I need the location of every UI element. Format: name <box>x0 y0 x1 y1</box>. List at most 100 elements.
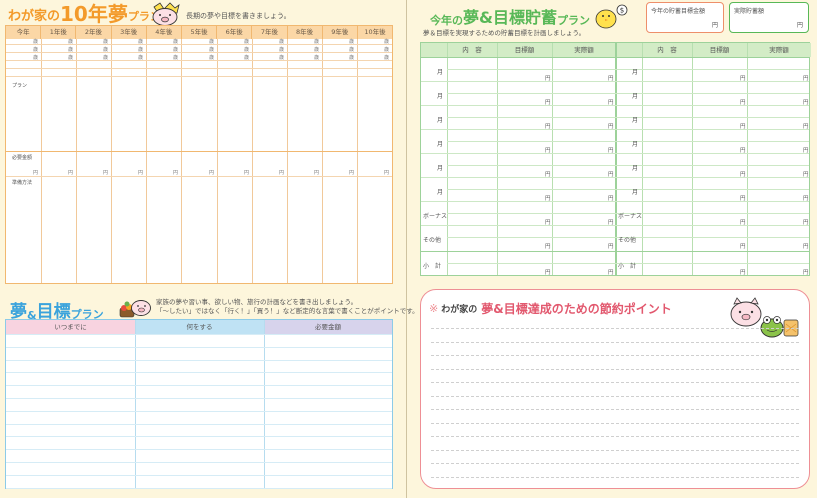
writing-line[interactable] <box>431 477 799 478</box>
grid-line <box>447 93 809 94</box>
table-row[interactable] <box>6 488 392 489</box>
grid-line <box>6 176 392 177</box>
age-unit-label: 歳 <box>349 39 355 45</box>
writing-line[interactable] <box>431 436 799 437</box>
grid-line <box>692 43 693 275</box>
writing-line[interactable] <box>431 450 799 451</box>
age-unit-label: 歳 <box>33 55 39 61</box>
saving-points-box: ※ わが家の 夢&目標達成のための節約ポイント <box>420 289 810 489</box>
yen-unit-label: 円 <box>349 170 355 176</box>
age-unit-label: 歳 <box>68 39 74 45</box>
age-unit-label: 歳 <box>68 47 74 53</box>
yen-unit-label: 円 <box>68 170 74 176</box>
table-row[interactable] <box>6 385 392 386</box>
grid-line <box>447 43 448 275</box>
month-label: 月 <box>632 117 639 124</box>
dream-goal-table: いつまでに 何をする 必要金額 <box>5 319 393 489</box>
table-row[interactable] <box>6 449 392 450</box>
savings-column-header: 実際額 <box>574 46 594 54</box>
writing-line[interactable] <box>431 423 799 424</box>
age-unit-label: 歳 <box>138 55 144 61</box>
month-label: 月 <box>437 141 444 148</box>
age-unit-label: 歳 <box>138 47 144 53</box>
table-row[interactable] <box>6 347 392 348</box>
savings-plan-title: 今年の 夢&目標貯蓄 プラン <box>430 8 590 27</box>
age-unit-label: 歳 <box>384 55 390 61</box>
column-what: 何をする <box>135 320 264 334</box>
yen-unit-label: 円 <box>314 170 320 176</box>
required-amount-row-label: 必要金額 <box>12 155 33 161</box>
grid-line <box>6 60 392 61</box>
age-unit-label: 歳 <box>173 47 179 53</box>
writing-line[interactable] <box>431 463 799 464</box>
table-row[interactable] <box>6 436 392 437</box>
grid-line <box>6 44 392 45</box>
age-unit-label: 歳 <box>209 55 215 61</box>
subtotal-label: 小 計 <box>423 263 442 270</box>
grid-line <box>6 76 392 77</box>
yen-unit-label: 円 <box>33 170 39 176</box>
savings-row[interactable] <box>421 105 809 106</box>
table-row[interactable] <box>6 360 392 361</box>
month-label: 月 <box>437 165 444 172</box>
age-unit-label: 歳 <box>314 39 320 45</box>
bonus-label: ボーナス <box>423 213 448 220</box>
writing-line[interactable] <box>431 355 799 356</box>
table-row[interactable] <box>6 372 392 373</box>
table-row[interactable] <box>6 424 392 425</box>
savings-column-header: 実際額 <box>769 46 789 54</box>
month-label: 月 <box>632 141 639 148</box>
savings-row[interactable] <box>421 129 809 130</box>
saving-points-title: ※ わが家の 夢&目標達成のための節約ポイント <box>429 302 672 316</box>
writing-line[interactable] <box>431 409 799 410</box>
month-label: 月 <box>437 93 444 100</box>
table-row[interactable] <box>6 398 392 399</box>
table-row[interactable] <box>6 475 392 476</box>
actual-savings-amount-box[interactable]: 実際貯蓄額 円 <box>729 2 809 33</box>
table-row[interactable] <box>6 462 392 463</box>
grid-line <box>615 43 617 275</box>
yearly-target-amount-box[interactable]: 今年の貯蓄目標金額 円 <box>646 2 724 33</box>
yen-unit-label: 円 <box>740 270 746 276</box>
age-unit-label: 歳 <box>384 39 390 45</box>
grid-line <box>6 68 392 69</box>
month-label: 月 <box>437 189 444 196</box>
savings-row[interactable] <box>421 225 809 226</box>
savings-column-header: 内 容 <box>462 46 482 54</box>
yen-unit-label: 円 <box>608 244 614 250</box>
grid-line <box>6 52 392 53</box>
yen-unit-label: 円 <box>545 270 551 276</box>
savings-plan-description: 夢＆目標を実現するための貯蓄目標を計画しましょう。 <box>423 29 586 37</box>
age-unit-label: 歳 <box>103 39 109 45</box>
grid-line <box>747 43 748 275</box>
savings-row[interactable] <box>421 57 809 58</box>
age-unit-label: 歳 <box>244 39 250 45</box>
writing-line[interactable] <box>431 369 799 370</box>
age-unit-label: 歳 <box>279 39 285 45</box>
savings-row[interactable] <box>421 201 809 202</box>
ten-year-plan-table: 今年 1年後 2年後 3年後 4年後 5年後 6年後 7年後 8年後 9年後 10年後 歳歳歳歳歳歳… <box>5 25 393 284</box>
table-row[interactable] <box>6 411 392 412</box>
age-unit-label: 歳 <box>314 47 320 53</box>
age-unit-label: 歳 <box>279 47 285 53</box>
column-amount: 必要金額 <box>264 320 392 334</box>
savings-plan-table: 内 容目標額 実際額内 容目標額 実際額月円円月円円月円円月円円月円円月円円月円円月… <box>420 42 811 276</box>
writing-line[interactable] <box>431 342 799 343</box>
bonus-label: ボーナス <box>618 213 643 220</box>
other-label: その他 <box>618 237 637 244</box>
month-label: 月 <box>632 69 639 76</box>
age-unit-label: 歳 <box>103 47 109 53</box>
table-row[interactable] <box>6 334 392 335</box>
savings-row[interactable] <box>421 153 809 154</box>
savings-row[interactable] <box>421 81 809 82</box>
savings-row[interactable] <box>421 177 809 178</box>
writing-line[interactable] <box>431 328 799 329</box>
yen-unit-label: 円 <box>545 244 551 250</box>
month-label: 月 <box>437 69 444 76</box>
writing-line[interactable] <box>431 396 799 397</box>
savings-row[interactable] <box>421 251 809 252</box>
ten-year-plan-title: わが家の 10年夢 プラン <box>8 2 161 26</box>
grid-line <box>447 117 809 118</box>
age-unit-label: 歳 <box>103 55 109 61</box>
writing-line[interactable] <box>431 382 799 383</box>
